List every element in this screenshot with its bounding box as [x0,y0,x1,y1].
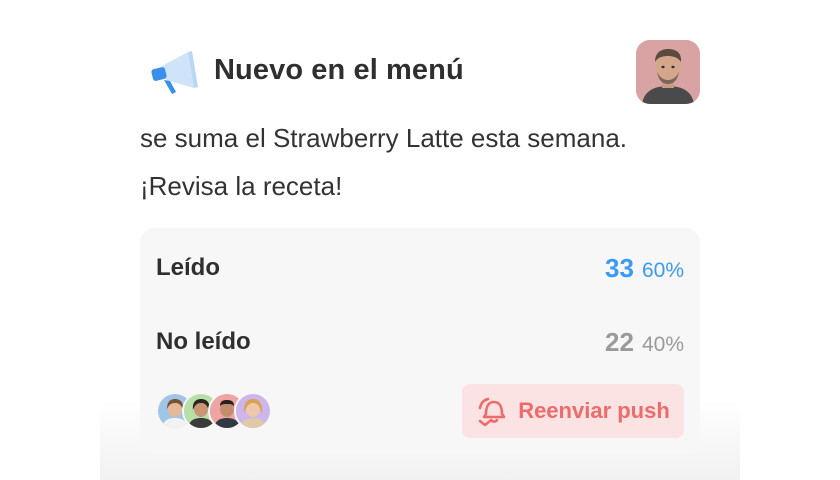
reader-avatar-4 [234,392,272,430]
announcement-header: Nuevo en el menú [144,40,700,106]
unread-percent: 40% [641,332,684,356]
read-values: 33 60% [605,253,684,284]
unread-values: 22 40% [605,327,684,358]
announcement-title: Nuevo en el menú [214,54,464,86]
unread-row: No leído 22 40% [156,322,684,362]
announcement-card: Nuevo en el menú se suma el Strawberry L… [100,0,740,480]
megaphone-icon [151,51,198,94]
unread-label: No leído [156,328,251,355]
author-avatar-image [636,40,700,104]
reader-avatars[interactable] [156,392,272,430]
read-row: Leído 33 60% [156,248,684,288]
read-label: Leído [156,254,220,281]
author-avatar[interactable] [636,40,700,104]
resend-push-label: Reenviar push [518,398,670,423]
bell-resend-icon [478,397,506,427]
announcement-message: se suma el Strawberry Latte esta semana.… [140,123,628,201]
read-count: 33 [605,252,634,283]
read-stats-panel: Leído 33 60% No leído 22 40% Reenviar pu… [140,228,700,454]
resend-push-button[interactable]: Reenviar push [462,384,684,438]
read-percent: 60% [641,258,684,282]
unread-count: 22 [605,326,634,357]
